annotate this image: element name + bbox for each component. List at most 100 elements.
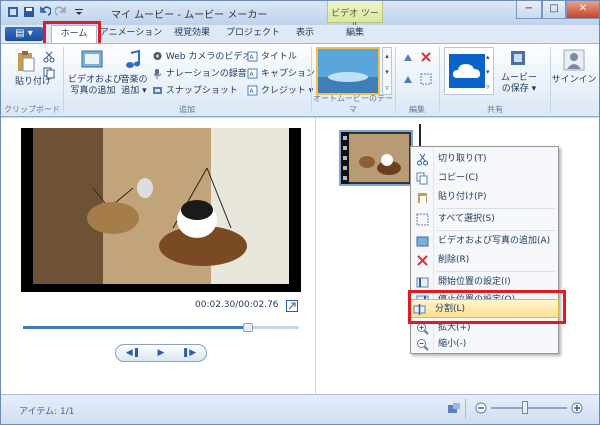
cut-icon[interactable] bbox=[43, 51, 55, 63]
preview-frame bbox=[21, 128, 301, 292]
share-scroll-arrows[interactable]: ▴ ▾ ▿ bbox=[486, 50, 490, 95]
minimize-button[interactable]: − bbox=[516, 1, 542, 19]
edit-group-label: 編集 bbox=[409, 105, 425, 114]
file-menu-button[interactable]: ▤ ▾ bbox=[5, 27, 43, 41]
save-movie-label: ムービー の保存 ▾ bbox=[500, 73, 537, 94]
save-movie-button[interactable]: ムービー の保存 ▾ bbox=[500, 49, 538, 95]
tab-visual-effects[interactable]: 視覚効果 bbox=[164, 25, 220, 43]
group-add: ビデオおよび 写真の追加 音楽の 追加 ▾ Web カメラのビデオ ナレーション… bbox=[64, 45, 315, 115]
menu-item-cut[interactable]: 切り取り(T) bbox=[412, 150, 557, 169]
add-media-button[interactable]: ビデオおよび 写真の追加 bbox=[68, 49, 122, 97]
menu-item-delete[interactable]: 削除(R) bbox=[412, 251, 557, 270]
menu-separator bbox=[437, 208, 555, 209]
zoom-in-icon bbox=[417, 323, 429, 335]
menu-item-select-all[interactable]: すべて選択(S) bbox=[412, 210, 557, 229]
group-clipboard: 貼り付け クリップボード bbox=[1, 45, 63, 115]
context-menu: 切り取り(T) コピー(C) 貼り付け(P) すべて選択(S) ビデオおよび写真… bbox=[408, 146, 559, 354]
menu-separator bbox=[437, 230, 555, 231]
paste-icon bbox=[18, 51, 35, 72]
select-all-icon bbox=[416, 213, 429, 226]
video-preview bbox=[21, 128, 301, 292]
cloud-icon bbox=[453, 64, 480, 78]
caption-button[interactable]: A キャプション bbox=[247, 66, 315, 79]
seek-thumb[interactable] bbox=[242, 323, 253, 332]
zoom-in-icon[interactable] bbox=[571, 402, 583, 414]
video-clip-thumbnail[interactable] bbox=[339, 130, 413, 186]
sign-in-button[interactable]: サインイン bbox=[551, 49, 597, 86]
tab-home[interactable]: ホーム bbox=[51, 25, 97, 43]
snapshot-button[interactable]: スナップショット bbox=[152, 83, 238, 96]
title-bar: マイ ムービー - ムービー メーカー ビデオ ツール − □ ✕ bbox=[1, 1, 599, 32]
previous-frame-button[interactable]: ◀❚ bbox=[120, 346, 146, 360]
time-display: 00:02.30/00:02.76 bbox=[195, 300, 279, 310]
snapshot-label: スナップショット bbox=[165, 86, 238, 96]
storyboard-view-icon[interactable] bbox=[447, 402, 461, 416]
redo-icon[interactable] bbox=[55, 6, 67, 18]
maximize-button[interactable]: □ bbox=[542, 1, 566, 19]
rotate-left-icon[interactable] bbox=[402, 51, 414, 63]
menu-separator bbox=[437, 271, 555, 272]
webcam-label: Web カメラのビデオ bbox=[165, 52, 252, 62]
tab-project[interactable]: プロジェクト bbox=[223, 25, 283, 43]
webcam-video-button[interactable]: Web カメラのビデオ bbox=[152, 49, 251, 62]
menu-item-label: 切り取り(T) bbox=[438, 154, 487, 164]
fullscreen-icon[interactable] bbox=[286, 300, 298, 312]
user-icon bbox=[563, 49, 585, 71]
theme-gallery-scroll[interactable]: ▴ ▾ ▿ bbox=[382, 47, 392, 95]
undo-icon[interactable] bbox=[39, 6, 51, 18]
zoom-track[interactable] bbox=[491, 407, 567, 409]
customize-qat-icon[interactable] bbox=[73, 6, 85, 18]
copy-icon bbox=[416, 172, 428, 185]
play-button[interactable]: ▶ bbox=[148, 346, 174, 360]
paste-button[interactable]: 貼り付け bbox=[9, 49, 52, 88]
add-group-label: 追加 bbox=[179, 105, 195, 114]
narration-label: ナレーションの録音 ▾ bbox=[165, 69, 255, 79]
snapshot-icon bbox=[153, 87, 162, 94]
title-button[interactable]: A タイトル bbox=[247, 49, 297, 62]
window-title: マイ ムービー - ムービー メーカー bbox=[111, 10, 268, 21]
add-music-button[interactable]: 音楽の 追加 ▾ bbox=[118, 49, 150, 97]
menu-item-copy[interactable]: コピー(C) bbox=[412, 169, 557, 188]
save-icon[interactable] bbox=[23, 6, 35, 18]
playback-controls: ◀❚ ▶ ❚▶ bbox=[115, 344, 207, 362]
menu-item-label: 開始位置の設定(I) bbox=[438, 277, 511, 287]
menu-item-zoom-out[interactable]: 縮小(-) bbox=[412, 335, 557, 354]
tab-view[interactable]: 表示 bbox=[285, 25, 325, 43]
next-frame-button[interactable]: ❚▶ bbox=[176, 346, 202, 360]
start-point-icon bbox=[416, 277, 429, 288]
tab-animations[interactable]: アニメーション bbox=[99, 25, 163, 43]
paste-label: 貼り付け bbox=[15, 77, 52, 87]
film-save-icon bbox=[511, 51, 525, 65]
app-icon bbox=[8, 7, 18, 17]
remove-icon[interactable] bbox=[420, 51, 432, 63]
seek-bar[interactable] bbox=[23, 326, 299, 329]
menu-item-add-media[interactable]: ビデオおよび写真の追加(A) bbox=[412, 232, 557, 251]
menu-item-set-start-point[interactable]: 開始位置の設定(I) bbox=[412, 273, 557, 292]
automovie-theme-thumbnail[interactable] bbox=[316, 47, 380, 95]
credit-button[interactable]: A クレジット ▾ bbox=[247, 83, 313, 96]
record-narration-button[interactable]: ナレーションの録音 ▾ bbox=[152, 66, 254, 79]
menu-item-label: すべて選択(S) bbox=[438, 214, 495, 224]
select-all-icon[interactable] bbox=[420, 73, 432, 85]
copy-icon[interactable] bbox=[43, 67, 55, 79]
video-tools-context-tab: ビデオ ツール bbox=[327, 1, 383, 32]
zoom-slider-thumb[interactable] bbox=[522, 401, 529, 414]
menu-item-label: 分割(L) bbox=[435, 304, 466, 314]
menu-item-label: 削除(R) bbox=[438, 255, 470, 265]
title-label: タイトル bbox=[260, 52, 297, 62]
menu-item-label: ビデオおよび写真の追加(A) bbox=[438, 236, 551, 246]
onedrive-share-button[interactable]: ▴ ▾ ▿ bbox=[444, 47, 494, 95]
menu-item-label: コピー(C) bbox=[438, 173, 479, 183]
status-separator bbox=[465, 399, 466, 419]
add-media-icon bbox=[416, 236, 429, 247]
sign-in-label: サインイン bbox=[551, 75, 597, 85]
menu-item-paste[interactable]: 貼り付け(P) bbox=[412, 188, 557, 207]
menu-item-split[interactable]: 分割(L) bbox=[408, 299, 559, 318]
close-button[interactable]: ✕ bbox=[566, 1, 599, 19]
add-music-label: 音楽の 追加 ▾ bbox=[120, 75, 148, 96]
tab-edit[interactable]: 編集 bbox=[331, 25, 379, 43]
music-note-icon bbox=[126, 49, 140, 68]
zoom-out-icon bbox=[417, 339, 429, 351]
zoom-out-icon[interactable] bbox=[475, 402, 487, 414]
rotate-right-icon[interactable] bbox=[402, 73, 414, 85]
